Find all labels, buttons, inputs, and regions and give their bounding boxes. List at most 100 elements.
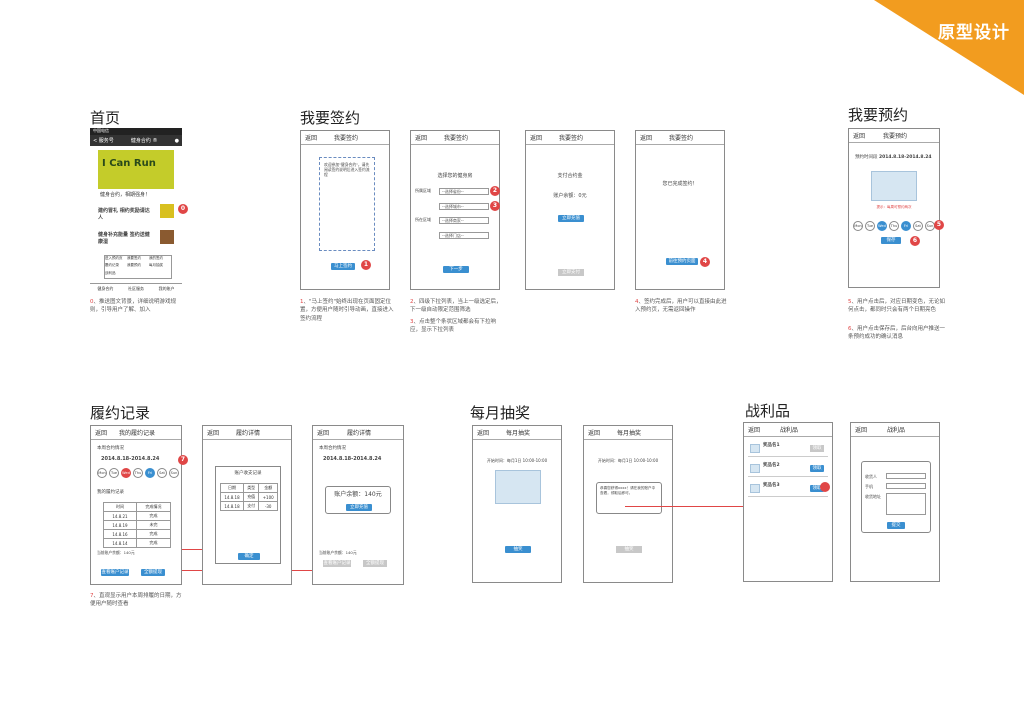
day-mon[interactable]: Mon <box>853 221 863 231</box>
withdraw-button[interactable]: 全额提现 <box>141 569 165 576</box>
goto-reserve-button[interactable]: 前往预约页面 <box>666 258 698 265</box>
next-button[interactable]: 下一步 <box>443 266 469 273</box>
article-1[interactable]: 建约冒礼 相约奖励请达人 <box>98 208 153 222</box>
menu-popup: 进入预约页 我要签约 我的签约 履约记录 我要预约 每月抽奖 战利品 <box>104 255 172 279</box>
caption-1: 1、"马上签约"始终出现在页面固定位置，方便用户随时引导动画，直接进入签约流程 <box>300 299 394 322</box>
caption-0: 0、推送图文背景，详细说明游戏规则，引导用户了解、加入 <box>90 299 177 314</box>
marker-3: 3 <box>490 201 500 211</box>
store-select[interactable]: --选择门店-- <box>439 232 489 239</box>
back-button[interactable]: 返回 <box>748 425 760 434</box>
back-button[interactable]: 返回 <box>95 428 107 437</box>
address-dialog: 收货人 手机 收货地址 提交 <box>861 461 931 533</box>
trophy-item: 奖品名1 领取 <box>748 441 828 457</box>
back-button[interactable]: 返回 <box>588 428 600 437</box>
nav-title: 我要签约 <box>334 135 359 142</box>
lottery-time: 开始时间：每月1日 10:00-10:00 <box>486 458 548 463</box>
field-label: 收货人 <box>865 474 877 479</box>
menu-item[interactable]: 每月抽奖 <box>149 263 171 270</box>
account-dialog: 账户收支记录 日期 类型 金额 14.8.18 充值 +100 14.8.18 支付 -30… <box>215 466 281 564</box>
reserve-note: 提示：每周可预约两次 <box>876 205 912 209</box>
day-wed[interactable]: Wed <box>877 221 887 231</box>
name-input[interactable] <box>886 473 926 479</box>
sign-now-button[interactable]: 马上签约 <box>331 263 355 270</box>
rules-box: 欢迎参加"健身合约"，请先阅读签约说明后进入签约流程 <box>319 157 375 251</box>
draw-button[interactable]: 抽奖 <box>505 546 531 553</box>
back-button[interactable]: 返回 <box>317 428 329 437</box>
tab-fitness[interactable]: 健身合约 <box>97 286 113 292</box>
back-button[interactable]: 返回 <box>640 133 652 142</box>
article-2[interactable]: 健身补充能量 签约送健康湿 <box>98 232 153 246</box>
recharge-button[interactable]: 立即充值 <box>558 215 584 222</box>
reserve-image <box>871 171 917 201</box>
balance-small: 当前账户余额：140元 <box>97 550 135 555</box>
account-record-button[interactable]: 查看账户记录 <box>323 560 351 567</box>
link-line-3 <box>625 506 743 507</box>
menu-item[interactable]: 履约记录 <box>105 263 127 270</box>
day-mon: Mon <box>97 468 107 478</box>
address-input[interactable] <box>886 493 926 515</box>
lottery-time: 开始时间：每月1日 10:00-10:00 <box>597 458 659 463</box>
rules-text: 欢迎参加"健身合约"，请先阅读签约说明后进入签约流程 <box>324 162 370 178</box>
back-button[interactable]: 返回 <box>477 428 489 437</box>
phone-input[interactable] <box>886 483 926 489</box>
claim-button[interactable]: 领取 <box>810 465 824 472</box>
section-trophy: 战利品 <box>745 402 791 420</box>
sign-phone-2: 返回 我要签约 选择您的健身房 所属区域 --选择省份-- --选择城市-- 所在… <box>410 130 500 290</box>
submit-button[interactable]: 提交 <box>887 522 905 529</box>
day-tue: Tue <box>109 468 119 478</box>
user-icon[interactable]: ● <box>175 138 179 144</box>
day-sat[interactable]: Sat <box>913 221 923 231</box>
home-nav: < 服务号 健身合约 ® ● <box>90 135 182 146</box>
withdraw-button[interactable]: 全额提现 <box>363 560 387 567</box>
back-button[interactable]: 返回 <box>853 131 865 140</box>
section-sign: 我要签约 <box>300 109 361 127</box>
balance-dialog: 账户余额：140元 立即充值 <box>325 486 391 514</box>
save-button[interactable]: 保存 <box>881 237 901 244</box>
account-record-button[interactable]: 查看账户记录 <box>101 569 129 576</box>
nav-title: 我要签约 <box>669 135 694 142</box>
history-table: 时间 完成情况 14.8.21 完成 14.8.19 未完 14.8.16 完成 14.… <box>103 502 172 548</box>
close-button[interactable]: 确定 <box>238 553 260 560</box>
week-label: 本周合约情况 <box>97 446 124 451</box>
back-button[interactable]: 返回 <box>415 133 427 142</box>
recharge-button[interactable]: 立即充值 <box>346 504 372 511</box>
back-button[interactable]: 返回 <box>530 133 542 142</box>
trophy-name: 奖品名2 <box>763 463 780 468</box>
tab-account[interactable]: 我的账户 <box>159 286 175 292</box>
corner-banner <box>874 0 1024 95</box>
banner-text: 健身合约，相期强身！ <box>98 189 174 200</box>
day-tue[interactable]: Tue <box>865 221 875 231</box>
nav-back[interactable]: < 服务号 <box>93 137 114 144</box>
period-label: 预约时间段 2014.8.18-2014.8.24 <box>855 155 932 160</box>
sign-phone-1: 返回 我要签约 欢迎参加"健身合约"，请先阅读签约说明后进入签约流程 马上签约 <box>300 130 390 290</box>
marker-1: 1 <box>361 260 371 270</box>
back-button[interactable]: 返回 <box>305 133 317 142</box>
back-button[interactable]: 返回 <box>855 425 867 434</box>
home-phone: 中国电信 < 服务号 健身合约 ® ● I Can Run 健身合约，相期强身！… <box>90 128 182 293</box>
result-text: 恭喜您获得xxxx！请在我的账户中查看，领取后即可。 <box>600 486 656 495</box>
nav-title: 健身合约 ® <box>130 138 158 144</box>
day-thu[interactable]: Thu <box>889 221 899 231</box>
merchant-select[interactable]: --选择商家-- <box>439 217 489 224</box>
back-button[interactable]: 返回 <box>207 428 219 437</box>
nav-title: 战利品 <box>887 427 906 434</box>
draw-button[interactable]: 抽奖 <box>616 546 642 553</box>
day-fri[interactable]: Fri <box>901 221 911 231</box>
pay-button[interactable]: 立即支付 <box>558 269 584 276</box>
province-select[interactable]: --选择省份-- <box>439 188 489 195</box>
trophy-phone-2: 返回 战利品 收货人 手机 收货地址 提交 <box>850 422 940 582</box>
lottery-phone-1: 返回 每月抽奖 开始时间：每月1日 10:00-10:00 抽奖 <box>472 425 562 583</box>
tab-community[interactable]: 社区服务 <box>128 286 144 292</box>
marker-5: 5 <box>934 220 944 230</box>
article-2-thumb <box>160 230 174 244</box>
trophy-item: 奖品名3 领取 <box>748 481 828 497</box>
trophy-item: 奖品名2 领取 <box>748 461 828 477</box>
city-select[interactable]: --选择城市-- <box>439 203 489 210</box>
menu-item[interactable]: 战利品 <box>105 271 127 278</box>
day-sat: Sat <box>157 468 167 478</box>
balance-label: 账户余额：140元 <box>334 491 382 498</box>
menu-item[interactable]: 我要预约 <box>127 263 149 270</box>
nav-title: 我要预约 <box>883 133 908 140</box>
claim-button[interactable]: 领取 <box>810 445 824 452</box>
banner-image[interactable]: I Can Run 健身合约，相期强身！ <box>98 150 174 200</box>
